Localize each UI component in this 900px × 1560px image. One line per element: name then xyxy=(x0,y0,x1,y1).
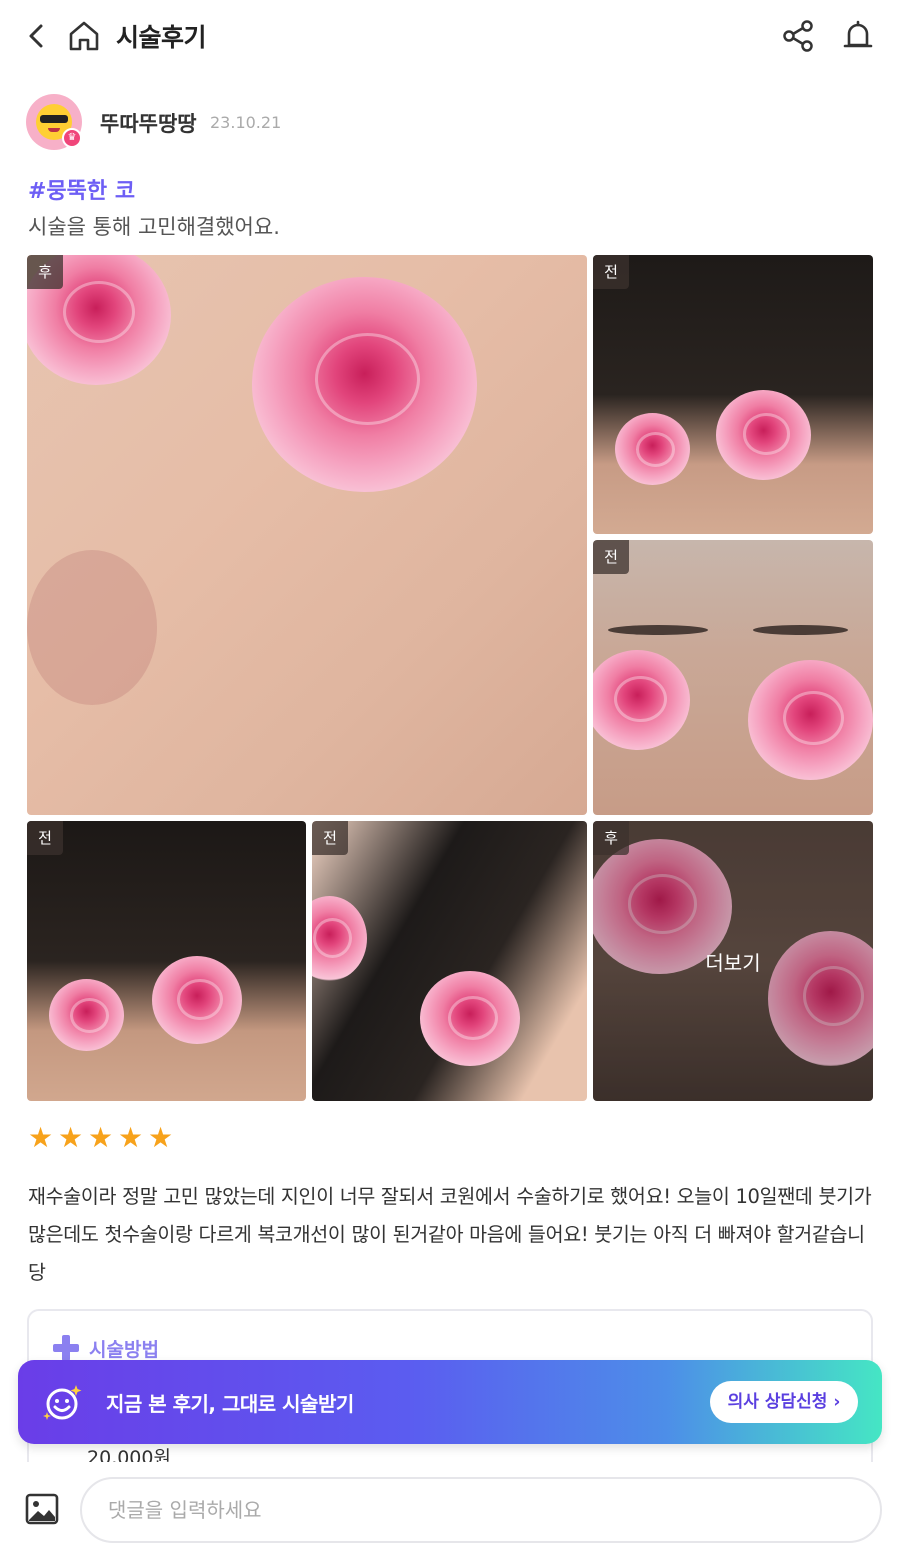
image-icon[interactable] xyxy=(24,1492,60,1526)
review-photo-6[interactable]: 더보기 후 xyxy=(593,821,873,1101)
photo-tag: 후 xyxy=(593,821,629,855)
photo-tag: 전 xyxy=(27,821,63,855)
review-body: 재수술이라 정말 고민 많았는데 지인이 너무 잘되서 코원에서 수술하기로 했… xyxy=(28,1185,872,1284)
star-icon: ★ xyxy=(88,1121,114,1154)
rose-sticker xyxy=(49,979,124,1051)
hashtag[interactable]: #뭉뚝한 코 xyxy=(28,173,135,205)
review-photo-1[interactable]: 후 xyxy=(27,255,587,815)
crown-icon: ♛ xyxy=(62,128,82,148)
comment-bar: 댓글을 입력하세요 xyxy=(0,1462,900,1560)
photo-tag: 전 xyxy=(593,540,629,574)
top-bar: 시술후기 xyxy=(0,0,900,72)
back-icon[interactable] xyxy=(22,20,52,52)
rose-sticker xyxy=(748,660,873,780)
share-icon[interactable] xyxy=(780,18,816,54)
rose-sticker xyxy=(593,650,690,750)
star-icon: ★ xyxy=(118,1121,144,1154)
photo-tag: 후 xyxy=(27,255,63,289)
doctor-consult-button[interactable]: 의사 상담신청 › xyxy=(710,1381,858,1423)
author-row[interactable]: ♛ 뚜따뚜땅땅 23.10.21 xyxy=(26,94,886,150)
avatar[interactable]: ♛ xyxy=(26,94,82,150)
star-icon: ★ xyxy=(28,1121,54,1154)
photo-tag: 전 xyxy=(593,255,629,289)
post-date: 23.10.21 xyxy=(210,113,282,132)
banner-text: 지금 본 후기, 그대로 시술받기 xyxy=(106,1392,354,1416)
more-photos-button[interactable]: 더보기 xyxy=(593,821,873,1101)
smile-sparkle-icon xyxy=(43,1385,82,1420)
author-nickname[interactable]: 뚜따뚜땅땅 xyxy=(100,108,197,138)
post-subtitle: 시술을 통해 고민해결했어요. xyxy=(28,215,280,239)
consult-banner[interactable]: 지금 본 후기, 그대로 시술받기 의사 상담신청 › xyxy=(18,1360,882,1444)
review-photo-4[interactable]: 전 xyxy=(27,821,306,1101)
star-icon: ★ xyxy=(148,1121,174,1154)
photo-tag: 전 xyxy=(312,821,348,855)
review-photo-3[interactable]: 전 xyxy=(593,540,873,815)
rose-sticker xyxy=(152,956,242,1044)
rose-sticker xyxy=(312,896,367,981)
rose-sticker xyxy=(420,971,520,1066)
review-photo-2[interactable]: 전 xyxy=(593,255,873,534)
home-icon[interactable] xyxy=(66,18,102,54)
star-icon: ★ xyxy=(58,1121,84,1154)
rose-sticker xyxy=(252,277,477,492)
procedure-method-label: 시술방법 xyxy=(89,1339,159,1361)
star-rating: ★ ★ ★ ★ ★ xyxy=(28,1124,176,1154)
page-title: 시술후기 xyxy=(116,23,207,52)
plus-icon xyxy=(53,1335,79,1361)
review-photo-5[interactable]: 전 xyxy=(312,821,587,1101)
rose-sticker xyxy=(716,390,811,480)
rose-sticker xyxy=(615,413,690,485)
blur-patch xyxy=(27,550,157,705)
bell-icon[interactable] xyxy=(840,18,876,54)
comment-input[interactable]: 댓글을 입력하세요 xyxy=(80,1477,882,1543)
